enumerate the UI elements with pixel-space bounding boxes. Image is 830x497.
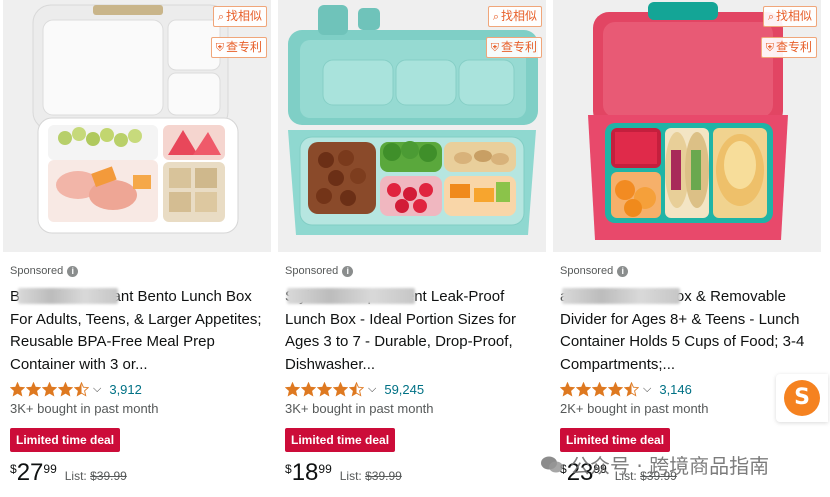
deal-badge: Limited time deal (285, 428, 396, 452)
star-rating[interactable] (285, 381, 364, 397)
star-icon (576, 381, 591, 397)
product-image[interactable]: ⌕ 找相似 ⛨ 查专利 (553, 0, 821, 252)
wechat-icon (541, 456, 563, 472)
star-icon (333, 381, 348, 397)
find-similar-label: 找相似 (775, 9, 812, 23)
price-fraction: 99 (43, 462, 57, 476)
star-icon (26, 381, 41, 397)
deal-badge: Limited time deal (10, 428, 121, 452)
star-icon (301, 381, 316, 397)
product-card[interactable]: ⌕ 找相似 ⛨ 查专利 Sponsored i Style 5-Compartm… (278, 0, 546, 497)
info-icon[interactable]: i (67, 265, 79, 277)
check-patent-button[interactable]: ⛨ 查专利 (210, 37, 267, 58)
star-icon (592, 381, 607, 397)
info-icon[interactable]: i (342, 265, 354, 277)
shield-icon: ⛨ (215, 41, 224, 54)
sponsored-text: Sponsored (285, 265, 339, 277)
check-patent-label: 查专利 (500, 40, 537, 54)
star-icon (42, 381, 57, 397)
sponsored-text: Sponsored (560, 265, 614, 277)
sponsored-label[interactable]: Sponsored i (560, 264, 816, 278)
product-image[interactable]: ⌕ 找相似 ⛨ 查专利 (3, 0, 271, 252)
shield-icon: ⛨ (490, 41, 499, 54)
star-icon (317, 381, 332, 397)
plugin-logo-icon: S (784, 380, 820, 416)
watermark: 公众号 · 跨境商品指南 (540, 450, 769, 479)
price-whole: 27 (16, 459, 44, 486)
star-icon (624, 381, 639, 397)
product-title-link[interactable]: ak-Proof Lunch Box & Removable Divider f… (560, 286, 816, 376)
sponsored-text: Sponsored (10, 265, 64, 277)
review-count-link[interactable]: 3,146 (659, 382, 692, 397)
find-similar-label: 找相似 (225, 9, 262, 23)
sponsored-label[interactable]: Sponsored i (10, 264, 266, 278)
star-icon (560, 381, 575, 397)
watermark-text: 公众号 · 跨境商品指南 (570, 454, 770, 478)
price-fraction: 99 (318, 462, 332, 476)
chevron-down-icon[interactable]: ⌵ (93, 383, 101, 396)
list-price: List: $39.99 (340, 469, 402, 483)
price-row[interactable]: $ 27 99 List: $39.99 (10, 460, 266, 488)
chevron-down-icon[interactable]: ⌵ (643, 383, 651, 396)
price-whole: 18 (291, 459, 319, 486)
review-count-link[interactable]: 3,912 (109, 382, 142, 397)
price-row[interactable]: $ 18 99 List: $39.99 (285, 460, 541, 488)
sponsored-label[interactable]: Sponsored i (285, 264, 541, 278)
price-currency: $ (285, 462, 292, 476)
product-grid: ⌕ 找相似 ⛨ 查专利 Sponsored i B - Leak-Resista… (0, 0, 830, 497)
star-icon (349, 381, 364, 397)
check-patent-label: 查专利 (775, 40, 812, 54)
redacted-brand-blur (287, 288, 415, 304)
find-similar-button[interactable]: ⌕ 找相似 (212, 6, 267, 27)
star-icon (285, 381, 300, 397)
shield-icon: ⛨ (765, 41, 774, 54)
product-title-link[interactable]: B - Leak-Resistant Bento Lunch Box For A… (10, 286, 266, 376)
floating-plugin-button[interactable]: S (776, 374, 828, 422)
product-card[interactable]: ⌕ 找相似 ⛨ 查专利 Sponsored i B - Leak-Resista… (3, 0, 271, 497)
info-icon[interactable]: i (617, 265, 629, 277)
magnifier-icon: ⌕ (767, 10, 774, 23)
product-card[interactable]: ⌕ 找相似 ⛨ 查专利 Sponsored i ak-Proof Lunch B… (553, 0, 821, 497)
review-count-link[interactable]: 59,245 (384, 382, 424, 397)
star-icon (10, 381, 25, 397)
star-rating[interactable] (10, 381, 89, 397)
star-icon (58, 381, 73, 397)
star-icon (608, 381, 623, 397)
bought-past-month: 3K+ bought in past month (285, 401, 434, 416)
product-title-link[interactable]: Style 5-Compartment Leak-Proof Lunch Box… (285, 286, 541, 376)
list-price-value: $39.99 (365, 469, 402, 483)
check-patent-button[interactable]: ⛨ 查专利 (485, 37, 542, 58)
list-price-label: List: (64, 469, 87, 483)
deal-badge: Limited time deal (560, 428, 671, 452)
price-currency: $ (10, 462, 17, 476)
star-rating[interactable] (560, 381, 639, 397)
rating-row: ⌵ 59,245 (285, 379, 541, 399)
list-price: List: $39.99 (65, 469, 127, 483)
find-similar-label: 找相似 (500, 9, 537, 23)
product-image[interactable]: ⌕ 找相似 ⛨ 查专利 (278, 0, 546, 252)
product-info: Sponsored i B - Leak-Resistant Bento Lun… (10, 252, 266, 488)
rating-row: ⌵ 3,912 (10, 379, 266, 399)
list-price-label: List: (339, 469, 362, 483)
magnifier-icon: ⌕ (217, 10, 224, 23)
find-similar-button[interactable]: ⌕ 找相似 (487, 6, 542, 27)
product-info: Sponsored i Style 5-Compartment Leak-Pro… (285, 252, 541, 488)
magnifier-icon: ⌕ (492, 10, 499, 23)
redacted-brand-blur (18, 288, 118, 304)
redacted-brand-blur (562, 288, 680, 304)
bought-past-month: 3K+ bought in past month (10, 401, 159, 416)
check-patent-button[interactable]: ⛨ 查专利 (760, 37, 817, 58)
star-icon (74, 381, 89, 397)
find-similar-button[interactable]: ⌕ 找相似 (762, 6, 817, 27)
list-price-value: $39.99 (90, 469, 127, 483)
check-patent-label: 查专利 (225, 40, 262, 54)
chevron-down-icon[interactable]: ⌵ (368, 383, 376, 396)
